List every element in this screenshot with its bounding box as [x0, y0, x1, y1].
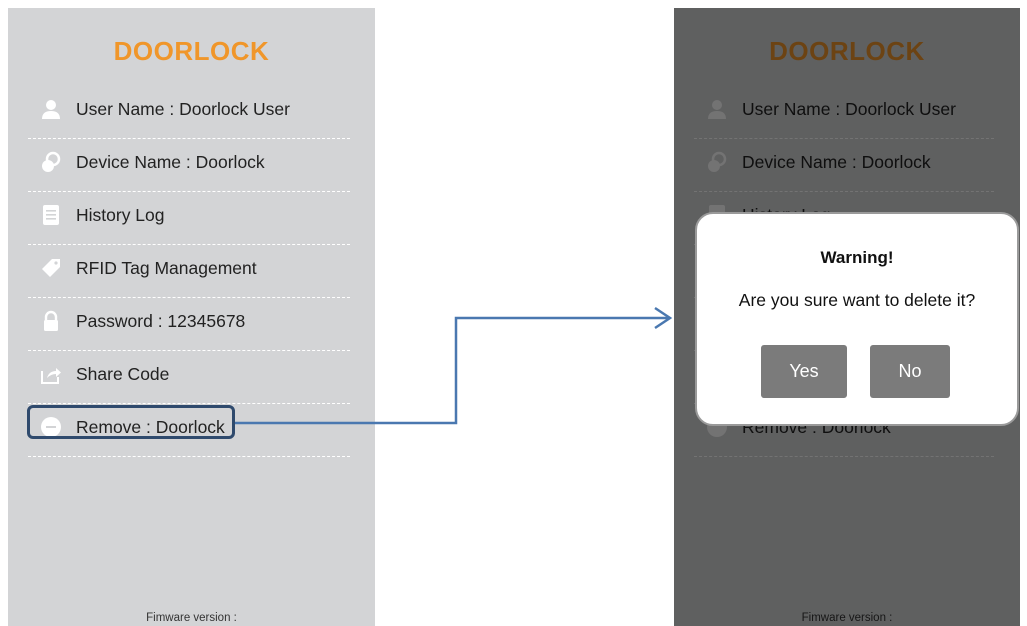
- flow-arrow: [235, 306, 673, 425]
